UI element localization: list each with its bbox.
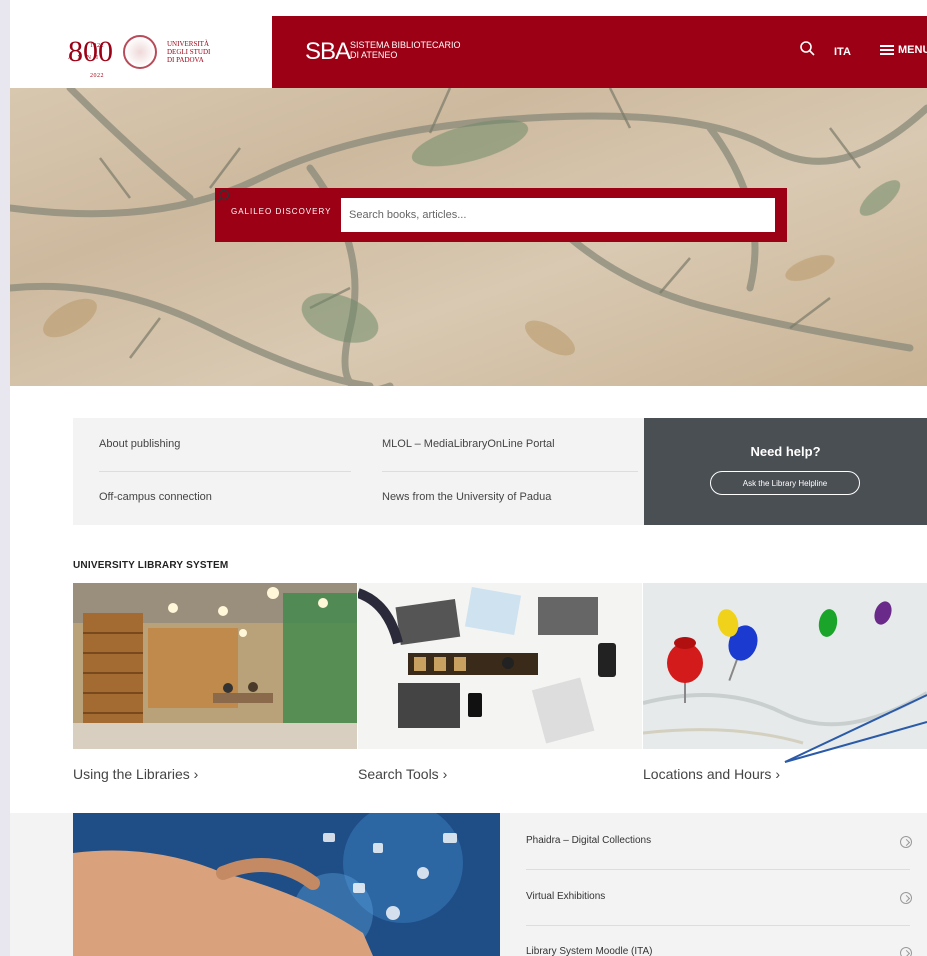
quick-link-about-publishing[interactable]: About publishing — [99, 438, 180, 450]
chevron-right-icon: › — [193, 766, 199, 782]
uni-name-line: DI PADOVA — [167, 56, 204, 64]
card-label: Locations and Hours — [643, 766, 772, 782]
galileo-discovery-logo: GALILEO DISCOVERY — [231, 207, 332, 216]
page: 800 1222 2022 ANNI UNIVERSITÀ DEGLI STUD… — [10, 0, 927, 956]
digital-hand-image — [73, 813, 500, 956]
link-phaidra[interactable]: Phaidra – Digital Collections — [526, 835, 651, 846]
chevron-right-icon: › — [775, 766, 780, 782]
university-seal-icon — [123, 35, 157, 69]
card-image-libraries[interactable] — [73, 583, 357, 749]
library-photo — [73, 583, 357, 749]
link-moodle[interactable]: Library System Moodle (ITA) — [526, 946, 653, 956]
logo-anni: ANNI — [68, 55, 103, 61]
logo-800: 800 1222 2022 ANNI — [68, 37, 113, 80]
search-input[interactable] — [341, 198, 775, 232]
chevron-right-icon: › — [442, 766, 448, 782]
section-title: UNIVERSITY LIBRARY SYSTEM — [73, 560, 229, 571]
chevron-circle-icon[interactable] — [900, 892, 912, 904]
ask-helpline-button[interactable]: Ask the Library Helpline — [710, 471, 860, 495]
chevron-circle-icon[interactable] — [900, 947, 912, 956]
sba-title-line: SISTEMA BIBLIOTECARIO — [350, 40, 461, 50]
hand-photo — [73, 813, 500, 956]
map-pins-photo — [643, 583, 927, 749]
search-submit-icon[interactable] — [215, 188, 231, 204]
hamburger-icon — [880, 45, 894, 55]
help-panel: Need help? Ask the Library Helpline — [644, 418, 927, 525]
sba-title: SISTEMA BIBLIOTECARIO DI ATENEO — [350, 40, 461, 60]
menu-label: MENU — [898, 44, 927, 56]
link-virtual-exhibitions[interactable]: Virtual Exhibitions — [526, 891, 605, 902]
devices-photo — [358, 583, 642, 749]
language-switch[interactable]: ITA — [834, 46, 851, 58]
help-title: Need help? — [750, 444, 821, 459]
quick-links-panel: About publishing Off-campus connection M… — [73, 418, 927, 525]
quick-link-mlol[interactable]: MLOL – MediaLibraryOnLine Portal — [382, 438, 555, 450]
search-icon[interactable] — [799, 40, 817, 58]
uni-name-line: UNIVERSITÀ — [167, 40, 209, 48]
card-label: Using the Libraries — [73, 766, 190, 782]
sba-title-line: DI ATENEO — [350, 50, 398, 60]
chevron-circle-icon[interactable] — [900, 836, 912, 848]
card-link-locations[interactable]: Locations and Hours › — [643, 766, 780, 782]
uni-name-line: DEGLI STUDI — [167, 48, 211, 56]
card-label: Search Tools — [358, 766, 439, 782]
site-header: 800 1222 2022 ANNI UNIVERSITÀ DEGLI STUD… — [10, 16, 927, 88]
divider — [382, 471, 638, 472]
card-image-search-tools[interactable] — [358, 583, 642, 749]
quick-link-off-campus[interactable]: Off-campus connection — [99, 491, 212, 503]
header-bar: SBA SISTEMA BIBLIOTECARIO DI ATENEO ITA … — [272, 16, 927, 88]
hero-banner: GALILEO DISCOVERY — [10, 88, 927, 386]
university-logo[interactable]: 800 1222 2022 ANNI UNIVERSITÀ DEGLI STUD… — [10, 16, 272, 88]
card-link-libraries[interactable]: Using the Libraries › — [73, 766, 198, 782]
divider — [526, 925, 910, 926]
quick-link-news[interactable]: News from the University of Padua — [382, 491, 551, 503]
card-image-locations[interactable] — [643, 583, 927, 749]
sba-logo[interactable]: SBA — [305, 40, 351, 64]
university-name: UNIVERSITÀ DEGLI STUDI DI PADOVA — [167, 40, 210, 64]
menu-button[interactable]: MENU — [880, 44, 927, 56]
divider — [526, 869, 910, 870]
card-link-search-tools[interactable]: Search Tools › — [358, 766, 447, 782]
divider — [99, 471, 351, 472]
discovery-search-box: GALILEO DISCOVERY — [215, 188, 787, 242]
